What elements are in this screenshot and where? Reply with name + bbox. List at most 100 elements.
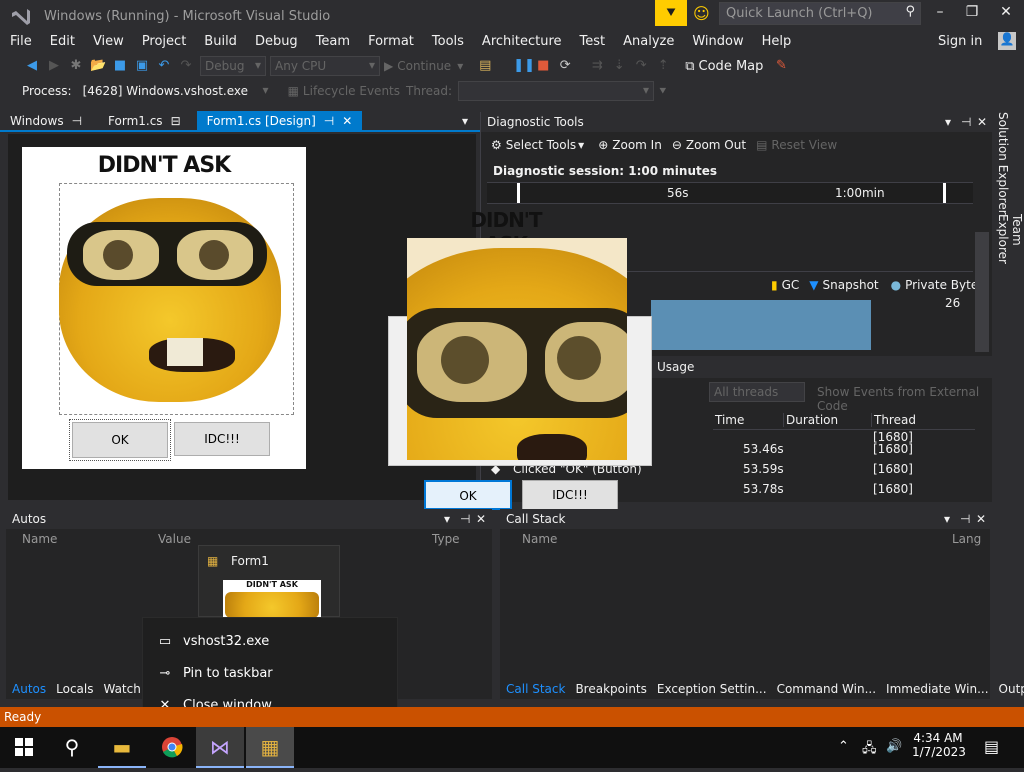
- zoom-out-button[interactable]: Zoom Out: [686, 138, 746, 152]
- close-icon[interactable]: ✕: [476, 512, 486, 526]
- menu-debug[interactable]: Debug: [255, 34, 298, 49]
- show-external-code-toggle[interactable]: Show Events from External Code: [817, 385, 992, 413]
- redo-icon[interactable]: ↷: [178, 58, 194, 74]
- running-ok-button[interactable]: OK: [424, 480, 512, 510]
- menu-edit[interactable]: Edit: [50, 34, 75, 49]
- menu-architecture[interactable]: Architecture: [482, 34, 562, 49]
- save-icon[interactable]: ■: [112, 58, 128, 74]
- tab-solution-explorer[interactable]: Solution Explorer: [996, 112, 1010, 215]
- visual-studio-taskbar-icon[interactable]: ⋈: [196, 727, 244, 768]
- filter-icon[interactable]: ⯆: [655, 0, 687, 26]
- zoom-in-button[interactable]: Zoom In: [612, 138, 662, 152]
- restart-icon[interactable]: ⟳: [557, 58, 573, 74]
- menu-view[interactable]: View: [93, 34, 124, 49]
- lifecycle-events-button[interactable]: Lifecycle Events: [303, 84, 400, 98]
- save-all-icon[interactable]: ▣: [134, 58, 150, 74]
- picturebox[interactable]: [59, 183, 294, 415]
- search-icon[interactable]: ⚲: [48, 727, 96, 768]
- col-duration[interactable]: Duration: [783, 412, 871, 427]
- tab-command-window[interactable]: Command Win...: [777, 682, 876, 696]
- close-icon[interactable]: ✕: [977, 115, 987, 129]
- undo-icon[interactable]: ↶: [156, 58, 172, 74]
- menu-help[interactable]: Help: [762, 34, 792, 49]
- step-into-icon[interactable]: ⇣: [611, 58, 627, 74]
- chrome-icon[interactable]: [148, 727, 196, 768]
- chevron-down-icon[interactable]: ▾: [945, 115, 951, 129]
- tab-immediate-window[interactable]: Immediate Win...: [886, 682, 989, 696]
- flag-filter-icon[interactable]: ⯆: [658, 84, 668, 99]
- idc-button[interactable]: IDC!!!: [174, 422, 270, 456]
- col-value[interactable]: Value: [158, 532, 191, 546]
- tab-breakpoints[interactable]: Breakpoints: [575, 682, 646, 696]
- tab-team-explorer[interactable]: Team Explorer: [996, 214, 1024, 282]
- solution-config-select[interactable]: Debug: [200, 56, 266, 76]
- network-icon[interactable]: 🖧: [862, 739, 877, 761]
- menu-tools[interactable]: Tools: [432, 34, 464, 49]
- col-lang[interactable]: Lang: [952, 532, 981, 546]
- pin-icon[interactable]: ⊣: [961, 115, 971, 129]
- form1-designer[interactable]: DIDN'T ASK OK IDC!!!: [22, 147, 306, 469]
- format-icon[interactable]: ✎: [773, 58, 789, 74]
- stop-icon[interactable]: ■: [535, 58, 551, 74]
- feedback-smiley-icon[interactable]: ☺: [693, 4, 710, 23]
- pin-icon[interactable]: ⊣: [460, 512, 470, 526]
- process-select[interactable]: [4628] Windows.vshost.exe: [77, 81, 274, 101]
- open-file-icon[interactable]: 📂: [90, 58, 106, 74]
- form-app-taskbar-icon[interactable]: ▦: [246, 727, 294, 768]
- menu-build[interactable]: Build: [204, 34, 237, 49]
- account-icon[interactable]: 👤: [998, 32, 1016, 50]
- show-next-statement-icon[interactable]: ⇉: [589, 58, 605, 74]
- quick-launch-input[interactable]: Quick Launch (Ctrl+Q) ⚲: [719, 2, 921, 25]
- tab-output[interactable]: Output: [999, 682, 1024, 696]
- pin-icon[interactable]: ⊣: [960, 512, 970, 526]
- continue-button[interactable]: ▶ Continue ▾: [384, 59, 463, 73]
- taskbar-thumbnail[interactable]: ▦ Form1 DIDN'T ASK: [198, 545, 340, 620]
- chevron-down-icon[interactable]: ▾: [462, 114, 468, 128]
- tab-usage[interactable]: Usage: [657, 360, 694, 374]
- forward-icon[interactable]: ▶: [46, 58, 62, 74]
- threads-select[interactable]: All threads: [709, 382, 805, 402]
- menu-test[interactable]: Test: [580, 34, 606, 49]
- minimize-button[interactable]: –: [930, 4, 950, 24]
- select-tools-button[interactable]: Select Tools: [506, 138, 576, 152]
- menu-project[interactable]: Project: [142, 34, 186, 49]
- thread-select[interactable]: [458, 81, 655, 101]
- timeline-scrollbar[interactable]: [975, 232, 989, 352]
- menu-window[interactable]: Window: [692, 34, 743, 49]
- col-name[interactable]: Name: [522, 532, 557, 546]
- tab-call-stack[interactable]: Call Stack: [506, 682, 565, 696]
- start-button[interactable]: [0, 727, 48, 768]
- notification-icon[interactable]: ▤: [984, 737, 999, 756]
- restore-button[interactable]: ❐: [962, 4, 982, 24]
- timeline-ruler[interactable]: 56s 1:00min: [487, 182, 973, 204]
- close-icon[interactable]: ✕: [976, 512, 986, 526]
- tab-exception-settings[interactable]: Exception Settin...: [657, 682, 767, 696]
- close-icon[interactable]: ✕: [342, 114, 352, 128]
- clock[interactable]: 4:34 AM 1/7/2023: [912, 731, 966, 759]
- file-explorer-icon[interactable]: ▬: [98, 727, 146, 768]
- tray-chevron-icon[interactable]: ⌃: [838, 739, 849, 754]
- tab-locals[interactable]: Locals: [56, 682, 93, 696]
- col-time[interactable]: Time: [713, 413, 783, 427]
- col-type[interactable]: Type: [432, 532, 460, 546]
- code-map-button[interactable]: ⧉ Code Map: [685, 59, 763, 74]
- pause-icon[interactable]: ❚❚: [513, 58, 535, 74]
- menu-format[interactable]: Format: [368, 34, 414, 49]
- jump-item-vshost[interactable]: ▭ vshost32.exe: [143, 628, 399, 656]
- reset-view-button[interactable]: Reset View: [771, 138, 837, 152]
- ok-button[interactable]: OK: [69, 419, 171, 461]
- chevron-down-icon[interactable]: ▾: [944, 512, 950, 526]
- sign-in-link[interactable]: Sign in: [938, 34, 982, 49]
- step-over-icon[interactable]: ↷: [633, 58, 649, 74]
- tab-form1-cs[interactable]: Form1.cs ⊟: [98, 111, 191, 131]
- new-project-icon[interactable]: ✱: [68, 58, 84, 74]
- col-thread[interactable]: Thread: [871, 412, 975, 427]
- menu-analyze[interactable]: Analyze: [623, 34, 674, 49]
- close-button[interactable]: ✕: [996, 4, 1016, 24]
- col-name[interactable]: Name: [22, 532, 57, 546]
- attach-icon[interactable]: ▤: [477, 58, 493, 74]
- tab-autos[interactable]: Autos: [12, 682, 46, 696]
- pin-icon[interactable]: ⊣: [72, 114, 82, 128]
- back-icon[interactable]: ◀: [24, 58, 40, 74]
- tab-windows[interactable]: Windows ⊣: [0, 111, 92, 131]
